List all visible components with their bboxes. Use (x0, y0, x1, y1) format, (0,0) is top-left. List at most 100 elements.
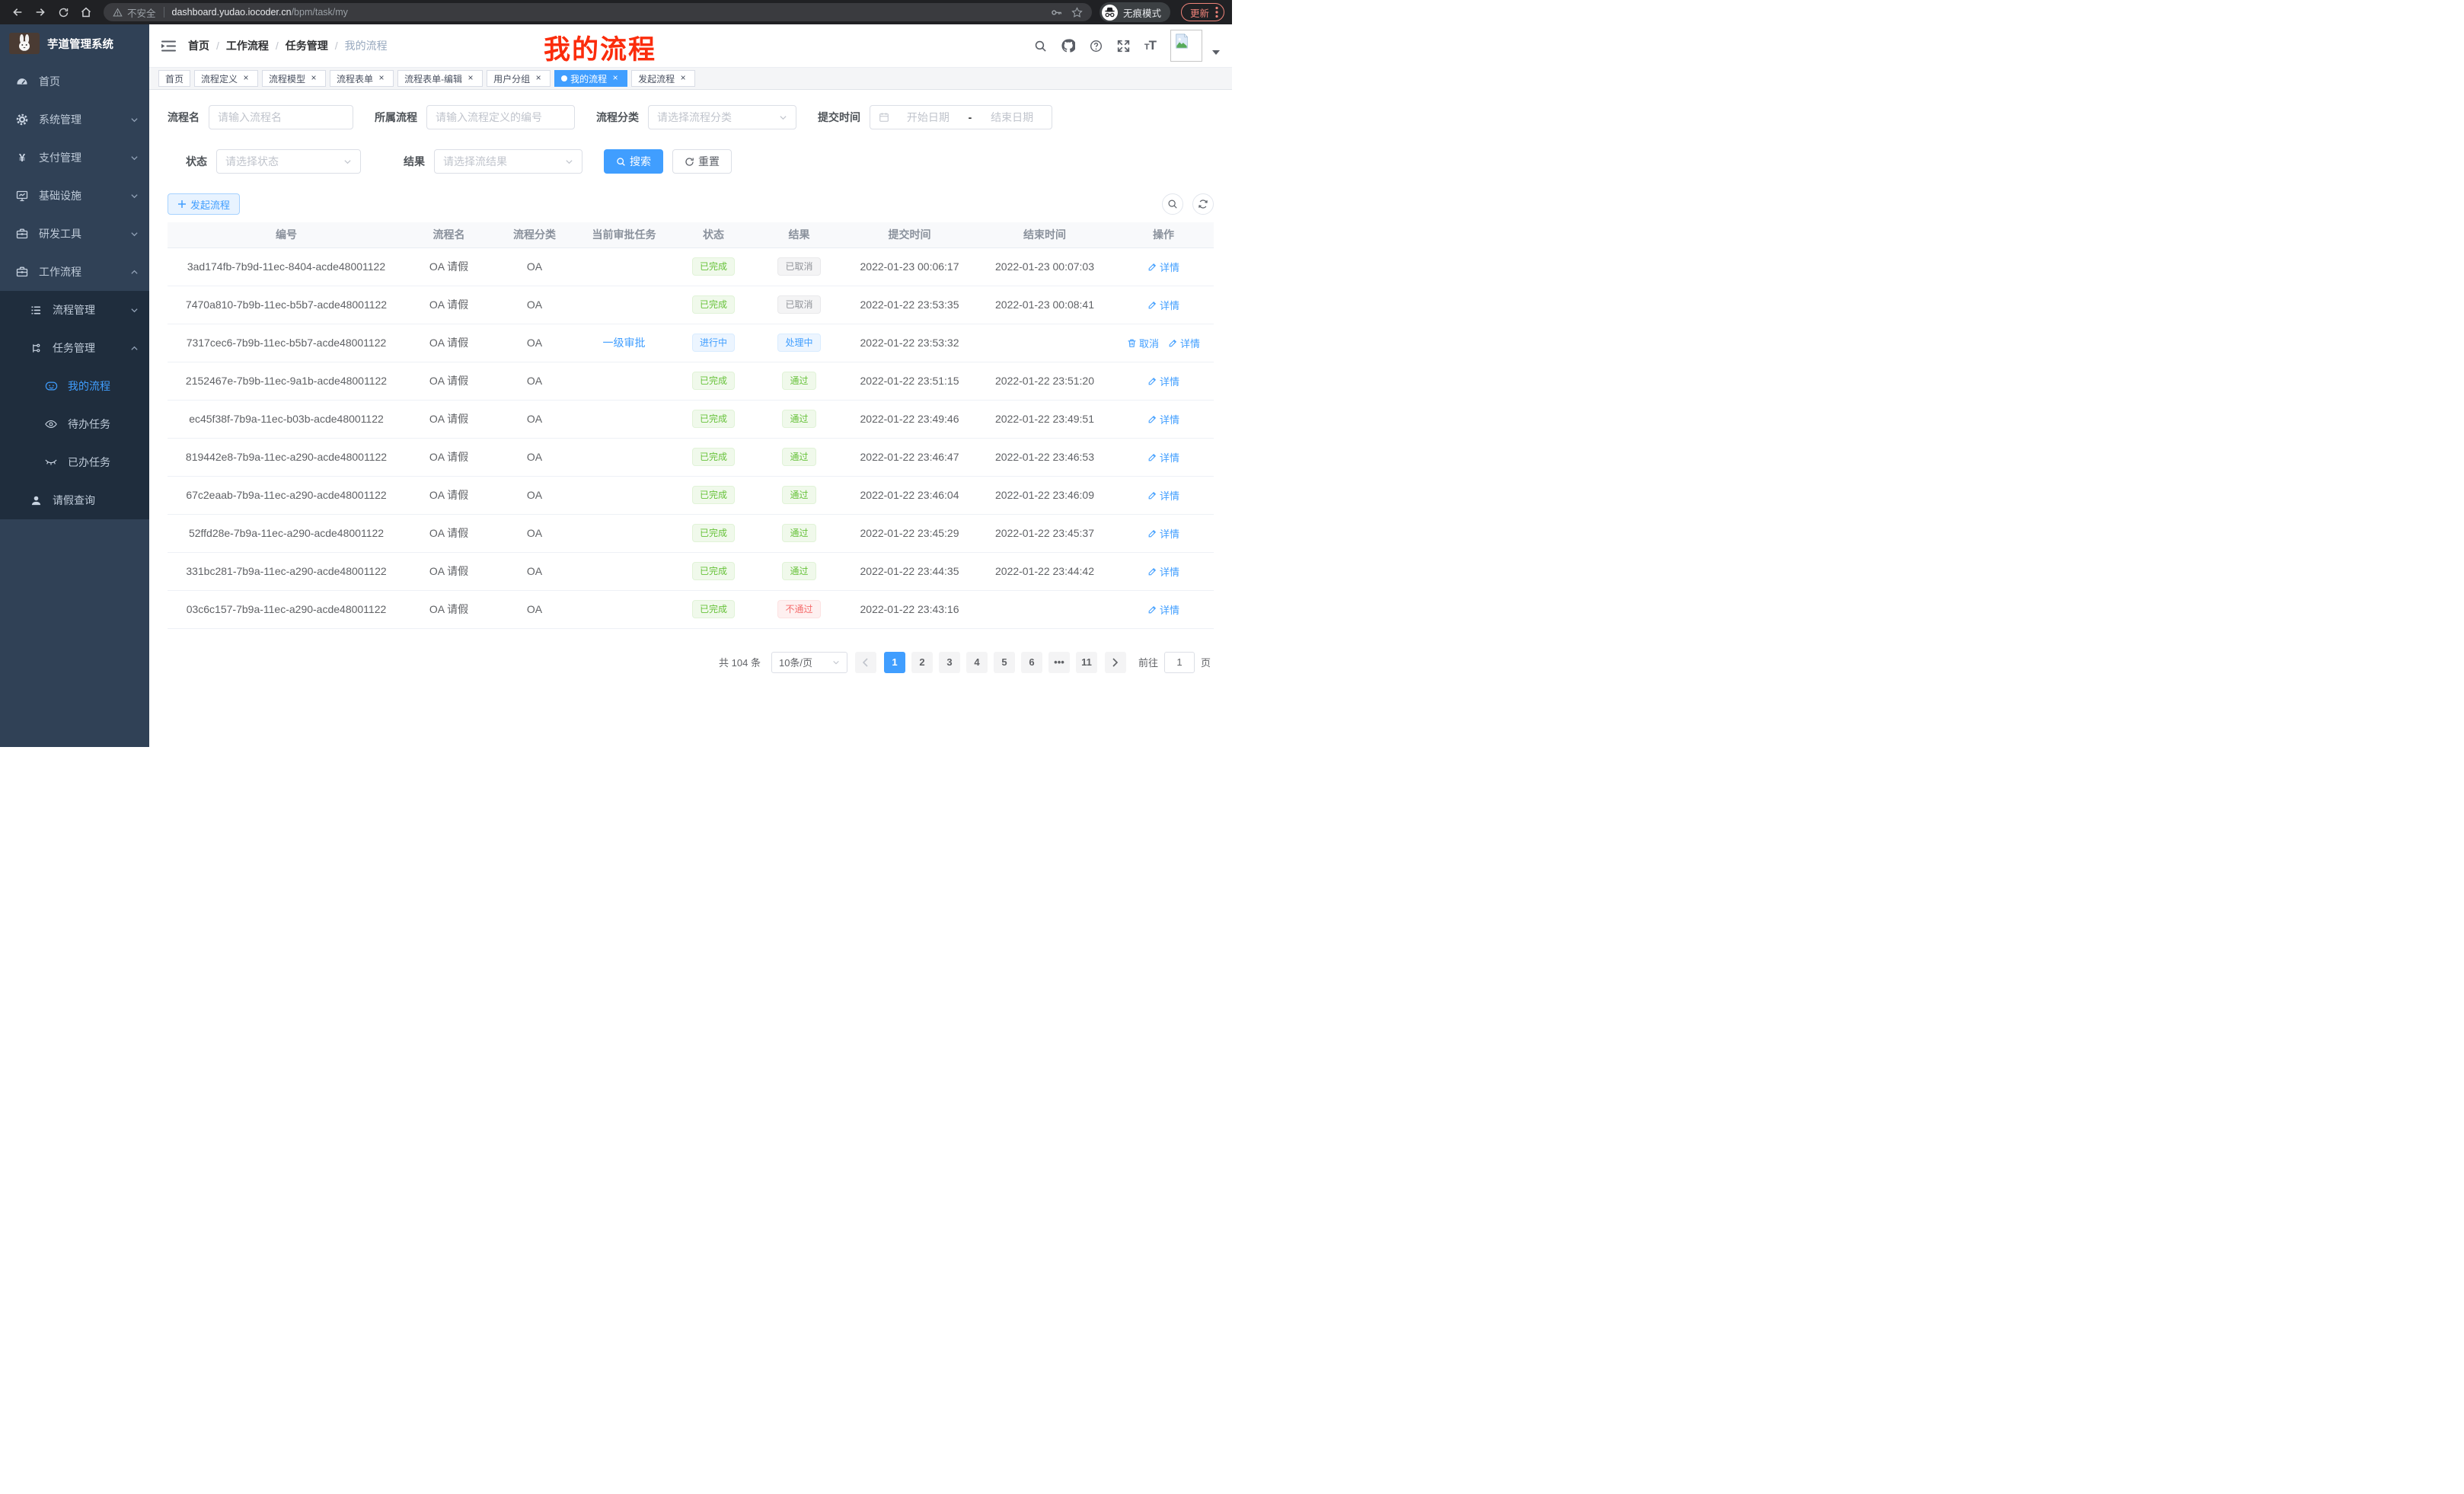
sidebar-item-done-tasks[interactable]: 已办任务 (0, 443, 149, 481)
tab-close-icon[interactable]: × (533, 73, 544, 84)
help-icon[interactable] (1090, 40, 1103, 53)
tab-item[interactable]: 用户分组× (487, 70, 551, 87)
sidebar-item-leave-query[interactable]: 请假查询 (0, 481, 149, 519)
next-page-button[interactable] (1105, 652, 1126, 673)
table-search-icon[interactable] (1162, 193, 1183, 215)
tab-item[interactable]: 流程定义× (194, 70, 258, 87)
security-label[interactable]: 不安全 (127, 5, 156, 20)
detail-action-link[interactable]: 详情 (1147, 450, 1179, 464)
tab-close-icon[interactable]: × (678, 73, 688, 84)
end-date-placeholder[interactable]: 结束日期 (981, 110, 1043, 125)
page-button[interactable]: 11 (1076, 652, 1097, 673)
page-button[interactable]: 5 (994, 652, 1015, 673)
tab-item[interactable]: 发起流程× (631, 70, 695, 87)
browser-menu-dots-icon[interactable] (1215, 6, 1218, 18)
detail-action-link[interactable]: 详情 (1168, 336, 1200, 350)
cell-end-time: 2022-01-22 23:44:42 (976, 552, 1113, 590)
status-select[interactable]: 请选择状态 (216, 149, 361, 174)
tab-item[interactable]: 流程表单× (330, 70, 394, 87)
browser-back-icon[interactable] (8, 2, 27, 22)
page-button[interactable]: 3 (939, 652, 960, 673)
avatar[interactable] (1170, 30, 1202, 62)
search-icon[interactable] (1034, 40, 1047, 53)
tab-item[interactable]: 首页 (158, 70, 190, 87)
breadcrumb-task-mgmt[interactable]: 任务管理 (286, 38, 328, 53)
tab-close-icon[interactable]: × (308, 73, 319, 84)
caret-down-icon[interactable] (1212, 45, 1220, 59)
detail-action-link[interactable]: 详情 (1147, 412, 1179, 426)
browser-home-icon[interactable] (76, 2, 96, 22)
filter-row-2: 状态 请选择状态 结果 请选择流结果 搜索 (168, 149, 1214, 174)
page-button[interactable]: 4 (966, 652, 988, 673)
current-task-link[interactable]: 一级审批 (603, 337, 646, 349)
tab-close-icon[interactable]: × (241, 73, 251, 84)
category-select[interactable]: 请选择流程分类 (648, 105, 796, 129)
create-process-button[interactable]: 发起流程 (168, 193, 240, 215)
process-definition-input[interactable]: 请输入流程定义的编号 (426, 105, 575, 129)
date-range-picker[interactable]: 开始日期 - 结束日期 (870, 105, 1052, 129)
sidebar-item-dev-tools[interactable]: 研发工具 (0, 215, 149, 253)
process-name-input[interactable]: 请输入流程名 (209, 105, 353, 129)
detail-action-link[interactable]: 详情 (1147, 526, 1179, 541)
prev-page-button[interactable] (855, 652, 876, 673)
breadcrumb-workflow[interactable]: 工作流程 (226, 38, 269, 53)
detail-action-link[interactable]: 详情 (1147, 260, 1179, 274)
cell-category: OA (493, 514, 576, 552)
result-select[interactable]: 请选择流结果 (434, 149, 582, 174)
sidebar-item-my-process[interactable]: 我的流程 (0, 367, 149, 405)
tab-item[interactable]: 流程表单-编辑× (397, 70, 483, 87)
start-date-placeholder[interactable]: 开始日期 (897, 110, 959, 125)
cancel-action-link[interactable]: 取消 (1127, 336, 1159, 350)
logo-rabbit-image (9, 33, 40, 54)
detail-action-link[interactable]: 详情 (1147, 488, 1179, 503)
table-row: 67c2eaab-7b9a-11ec-a290-acde48001122OA 请… (168, 476, 1214, 514)
table-refresh-icon[interactable] (1192, 193, 1214, 215)
tab-close-icon[interactable]: × (465, 73, 476, 84)
update-label[interactable]: 更新 (1190, 5, 1209, 20)
sidebar-item-system[interactable]: 系统管理 (0, 101, 149, 139)
sidebar-item-workflow[interactable]: 工作流程 (0, 253, 149, 291)
font-size-icon[interactable] (1144, 38, 1156, 53)
github-icon[interactable] (1061, 39, 1075, 53)
sidebar-item-process-mgmt[interactable]: 流程管理 (0, 291, 149, 329)
page-button[interactable]: 2 (911, 652, 933, 673)
reset-button[interactable]: 重置 (672, 149, 732, 174)
password-key-icon[interactable] (1051, 7, 1062, 18)
detail-action-link[interactable]: 详情 (1147, 374, 1179, 388)
sidebar-item-task-mgmt[interactable]: 任务管理 (0, 329, 149, 367)
page-ellipsis[interactable]: ••• (1048, 652, 1070, 673)
address-bar[interactable]: 不安全 dashboard.yudao.iocoder.cn /bpm/task… (104, 3, 1092, 21)
detail-action-link[interactable]: 详情 (1147, 564, 1179, 579)
sidebar-logo[interactable]: 芋道管理系统 (0, 24, 149, 62)
page-button[interactable]: 6 (1021, 652, 1042, 673)
tab-close-icon[interactable]: × (376, 73, 387, 84)
sidebar-item-todo-tasks[interactable]: 待办任务 (0, 405, 149, 443)
bookmark-star-icon[interactable] (1071, 7, 1083, 18)
cell-result: 通过 (755, 362, 843, 400)
pagination: 共 104 条 10条/页 123456•••11 前往 1 页 (168, 652, 1214, 673)
cell-process-id: 7470a810-7b9b-11ec-b5b7-acde48001122 (168, 286, 405, 324)
search-button[interactable]: 搜索 (604, 149, 663, 174)
edit-pen-icon (1168, 338, 1178, 348)
cell-current-task (576, 400, 672, 438)
detail-action-link[interactable]: 详情 (1147, 298, 1179, 312)
detail-action-link[interactable]: 详情 (1147, 602, 1179, 617)
browser-forward-icon[interactable] (30, 2, 50, 22)
browser-update-button[interactable]: 更新 (1181, 3, 1224, 21)
page-button[interactable]: 1 (884, 652, 905, 673)
fullscreen-icon[interactable] (1117, 40, 1130, 53)
action-label: 详情 (1160, 602, 1179, 617)
sidebar-fold-icon[interactable] (161, 40, 176, 52)
tab-item[interactable]: 流程模型× (262, 70, 326, 87)
sidebar-item-home[interactable]: 首页 (0, 62, 149, 101)
browser-reload-icon[interactable] (53, 2, 73, 22)
tab-close-icon[interactable]: × (610, 73, 621, 84)
sidebar-item-infrastructure[interactable]: 基础设施 (0, 177, 149, 215)
tab-item[interactable]: 我的流程× (554, 70, 627, 87)
breadcrumb-home[interactable]: 首页 (188, 38, 209, 53)
goto-page-input[interactable]: 1 (1164, 652, 1195, 673)
url-path[interactable]: /bpm/task/my (292, 7, 348, 18)
url-host[interactable]: dashboard.yudao.iocoder.cn (172, 7, 292, 18)
page-size-select[interactable]: 10条/页 (771, 652, 847, 673)
sidebar-item-payment[interactable]: ¥ 支付管理 (0, 139, 149, 177)
